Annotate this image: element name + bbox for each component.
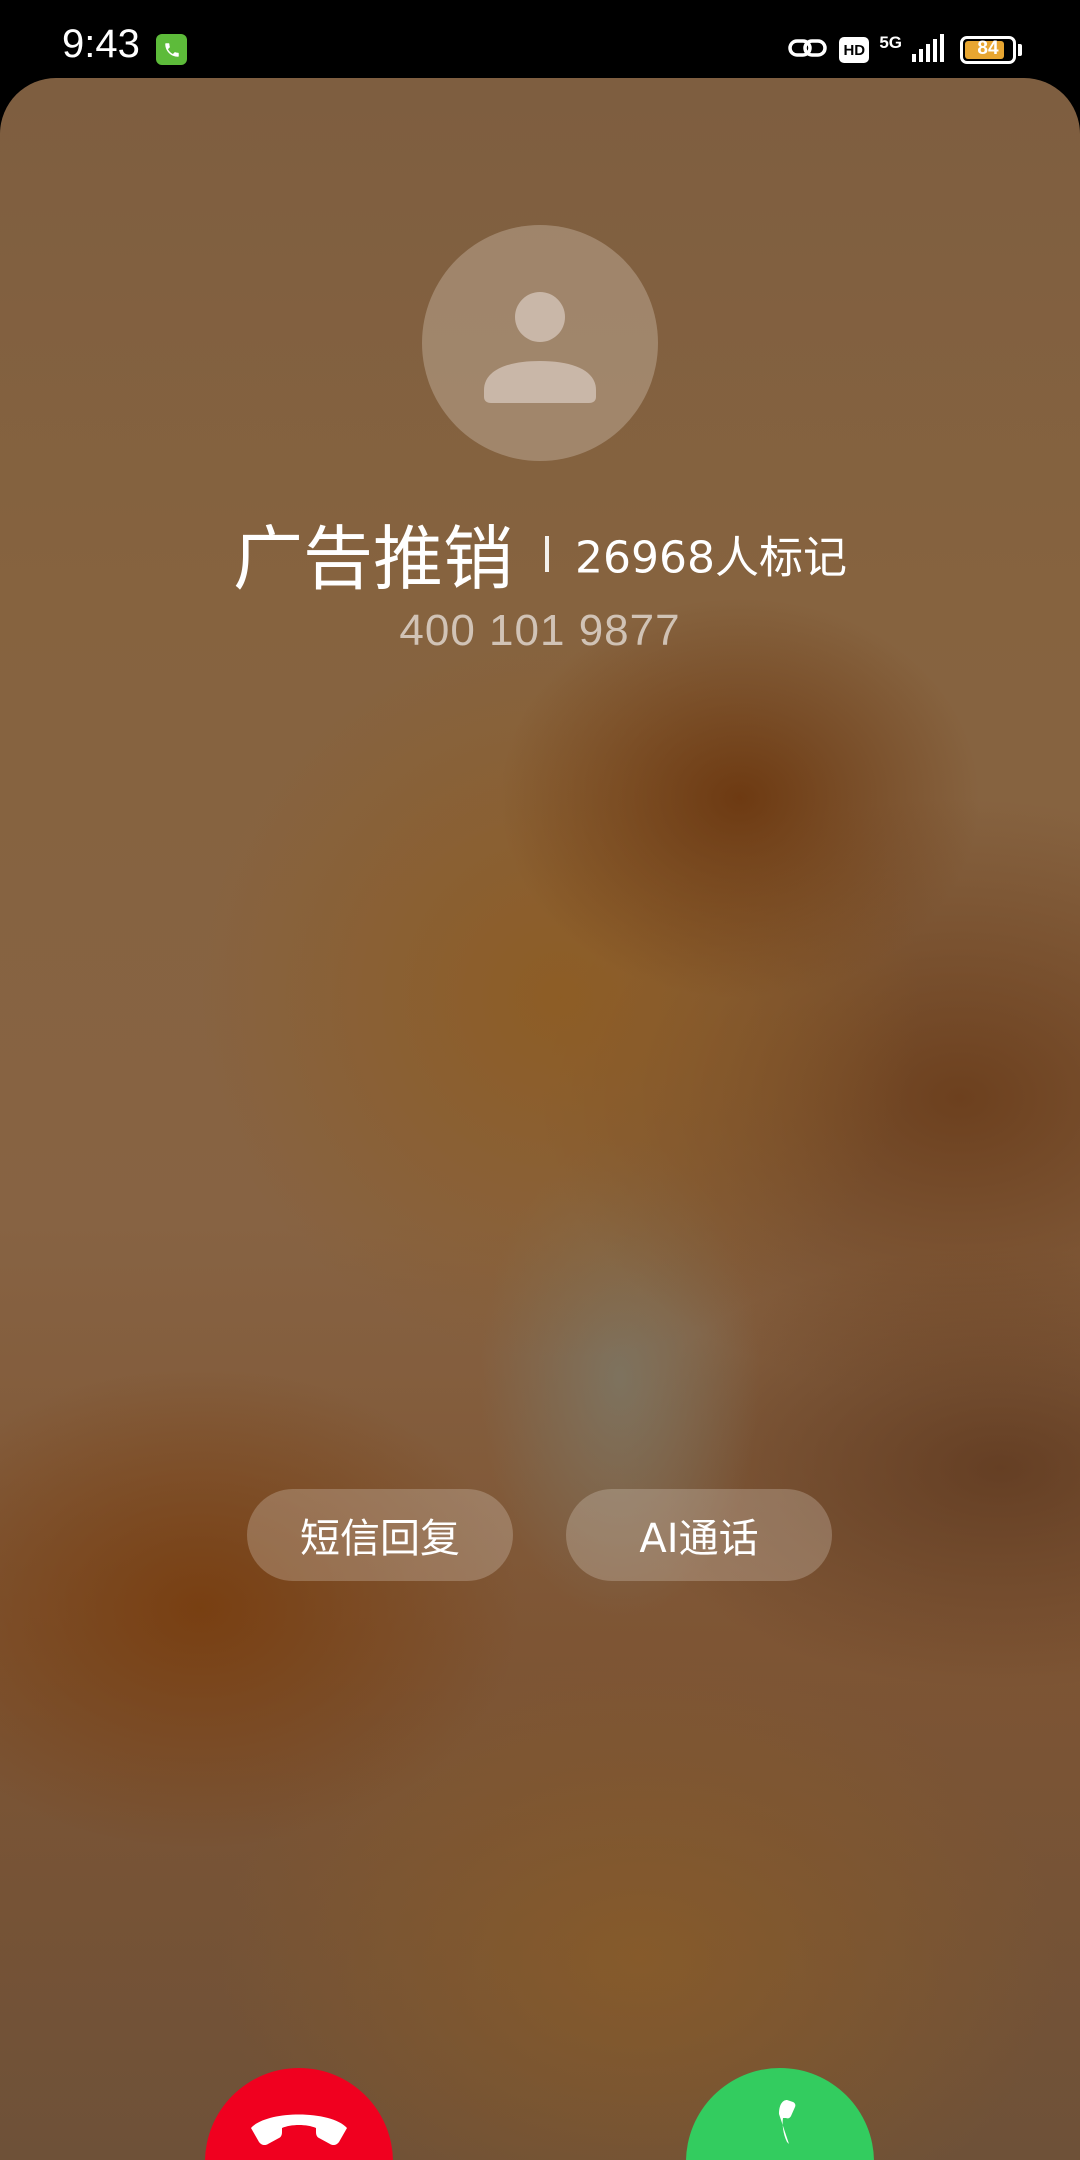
accept-button[interactable] — [686, 2068, 874, 2160]
sms-reply-button[interactable]: 短信回复 — [247, 1489, 513, 1581]
caller-name-row: 广告推销 26968人标记 — [0, 503, 1080, 604]
avatar — [422, 225, 658, 461]
battery-icon: 84 — [960, 36, 1016, 64]
link-icon — [787, 34, 829, 67]
status-time: 9:43 — [62, 22, 140, 66]
hang-up-icon — [251, 2114, 347, 2146]
signal-icon — [912, 33, 944, 67]
status-icons: HD 5G 84 — [787, 30, 1022, 70]
call-indicator-icon — [156, 34, 187, 65]
caller-name: 广告推销 — [233, 518, 513, 600]
decline-button[interactable] — [205, 2068, 393, 2160]
battery-tip — [1018, 44, 1022, 56]
incoming-call-screen: 广告推销 26968人标记 400 101 9877 短信回复 AI通话 — [0, 78, 1080, 2160]
battery-level: 84 — [977, 38, 999, 59]
marked-count: 26968人标记 — [575, 532, 847, 584]
name-separator — [545, 535, 549, 572]
phone-icon — [779, 2100, 796, 2144]
status-bar: 9:43 HD 5G 84 — [0, 0, 1080, 78]
caller-number: 400 101 9877 — [399, 606, 681, 655]
ai-call-button[interactable]: AI通话 — [566, 1489, 832, 1581]
5g-icon: 5G — [879, 32, 902, 52]
hd-icon: HD — [839, 37, 870, 63]
person-icon — [484, 292, 596, 403]
